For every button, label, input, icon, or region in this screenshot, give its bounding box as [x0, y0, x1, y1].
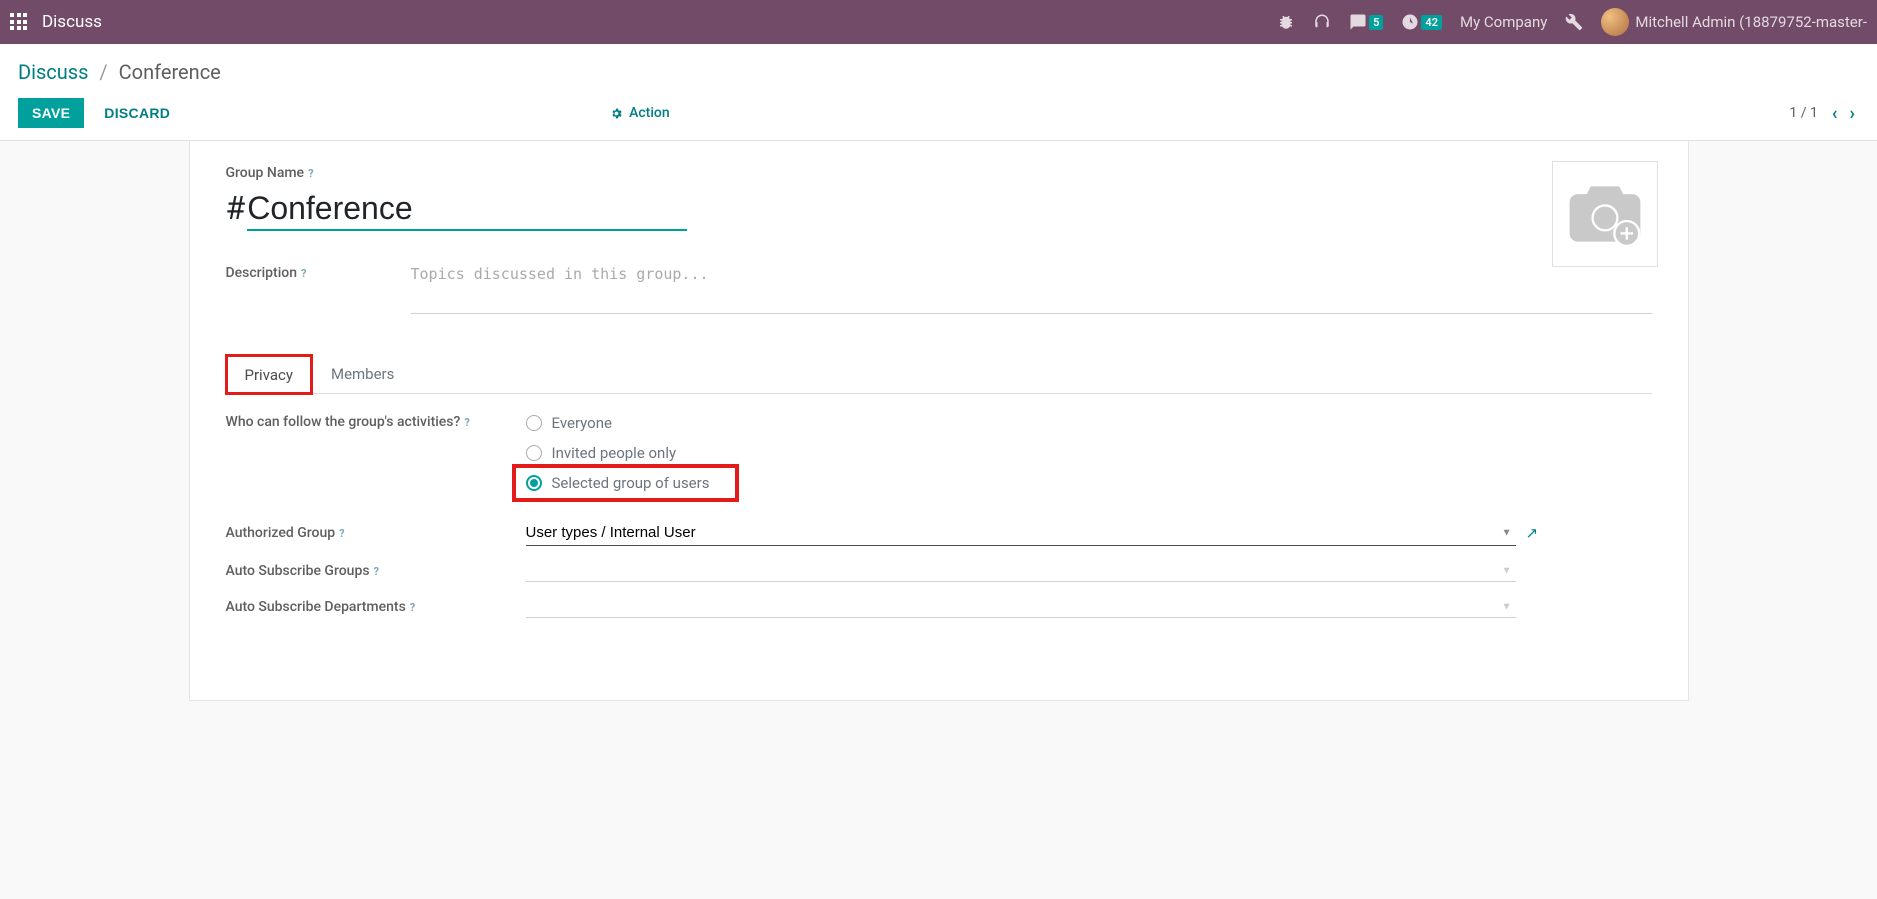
hash-prefix: #	[226, 189, 246, 227]
control-panel: Discuss / Conference SAVE DISCARD Action…	[0, 44, 1877, 141]
privacy-question-label: Who can follow the group's activities??	[226, 414, 526, 430]
gear-icon	[610, 107, 623, 120]
user-name: Mitchell Admin (18879752-master-	[1635, 13, 1867, 31]
activities-badge: 42	[1421, 15, 1442, 30]
external-link-icon[interactable]: ↗	[1526, 524, 1539, 542]
tab-members[interactable]: Members	[312, 354, 413, 393]
pager: 1 / 1 ‹ ›	[1789, 103, 1859, 124]
description-label: Description?	[226, 263, 411, 281]
radio-selected-group[interactable]: Selected group of users	[522, 474, 730, 492]
image-upload[interactable]	[1552, 161, 1658, 267]
pager-prev[interactable]: ‹	[1828, 103, 1842, 124]
breadcrumb-current: Conference	[119, 60, 221, 84]
help-icon[interactable]: ?	[308, 167, 313, 180]
action-dropdown[interactable]: Action	[610, 105, 670, 121]
pager-text: 1 / 1	[1789, 105, 1817, 121]
help-icon[interactable]: ?	[410, 601, 415, 614]
group-name-label: Group Name?	[226, 165, 314, 181]
discard-button[interactable]: DISCARD	[104, 105, 170, 121]
help-icon[interactable]: ?	[301, 267, 306, 280]
top-navbar: Discuss 5 42 My Company Mitchell Admin (…	[0, 0, 1877, 44]
apps-icon[interactable]	[10, 13, 28, 31]
help-icon[interactable]: ?	[339, 527, 344, 540]
authorized-group-input[interactable]	[526, 520, 1516, 546]
auto-subscribe-groups-input[interactable]	[526, 560, 1516, 582]
auto-subscribe-groups-label: Auto Subscribe Groups?	[226, 563, 526, 579]
radio-everyone[interactable]: Everyone	[526, 414, 730, 432]
help-icon[interactable]: ?	[374, 565, 379, 578]
auto-subscribe-departments-label: Auto Subscribe Departments?	[226, 599, 526, 615]
breadcrumb-root[interactable]: Discuss	[18, 60, 88, 84]
tab-privacy[interactable]: Privacy	[226, 355, 312, 394]
company-name[interactable]: My Company	[1460, 13, 1547, 31]
pager-next[interactable]: ›	[1846, 103, 1859, 124]
app-title[interactable]: Discuss	[42, 12, 102, 32]
activities-icon[interactable]: 42	[1401, 13, 1442, 31]
avatar	[1601, 8, 1629, 36]
radio-invited[interactable]: Invited people only	[526, 444, 730, 462]
help-icon[interactable]: ?	[464, 416, 469, 429]
settings-icon[interactable]	[1565, 13, 1583, 31]
authorized-group-label: Authorized Group?	[226, 525, 526, 541]
radio-selected-input[interactable]	[526, 475, 542, 491]
form-sheet: Group Name? # Description? Privacy Membe…	[189, 141, 1689, 701]
tabs: Privacy Members	[226, 354, 1652, 394]
user-menu[interactable]: Mitchell Admin (18879752-master-	[1601, 8, 1867, 36]
description-input[interactable]	[411, 263, 1652, 314]
messages-badge: 5	[1369, 15, 1383, 30]
action-label: Action	[629, 105, 670, 121]
radio-invited-input[interactable]	[526, 445, 542, 461]
breadcrumb-separator: /	[99, 60, 107, 84]
radio-everyone-input[interactable]	[526, 415, 542, 431]
messages-icon[interactable]: 5	[1349, 13, 1383, 31]
camera-icon	[1566, 179, 1644, 249]
breadcrumb: Discuss / Conference	[0, 44, 1877, 92]
save-button[interactable]: SAVE	[18, 98, 84, 128]
support-icon[interactable]	[1313, 13, 1331, 31]
bug-icon[interactable]	[1277, 13, 1295, 31]
group-name-input[interactable]	[247, 190, 687, 231]
auto-subscribe-departments-input[interactable]	[526, 596, 1516, 618]
